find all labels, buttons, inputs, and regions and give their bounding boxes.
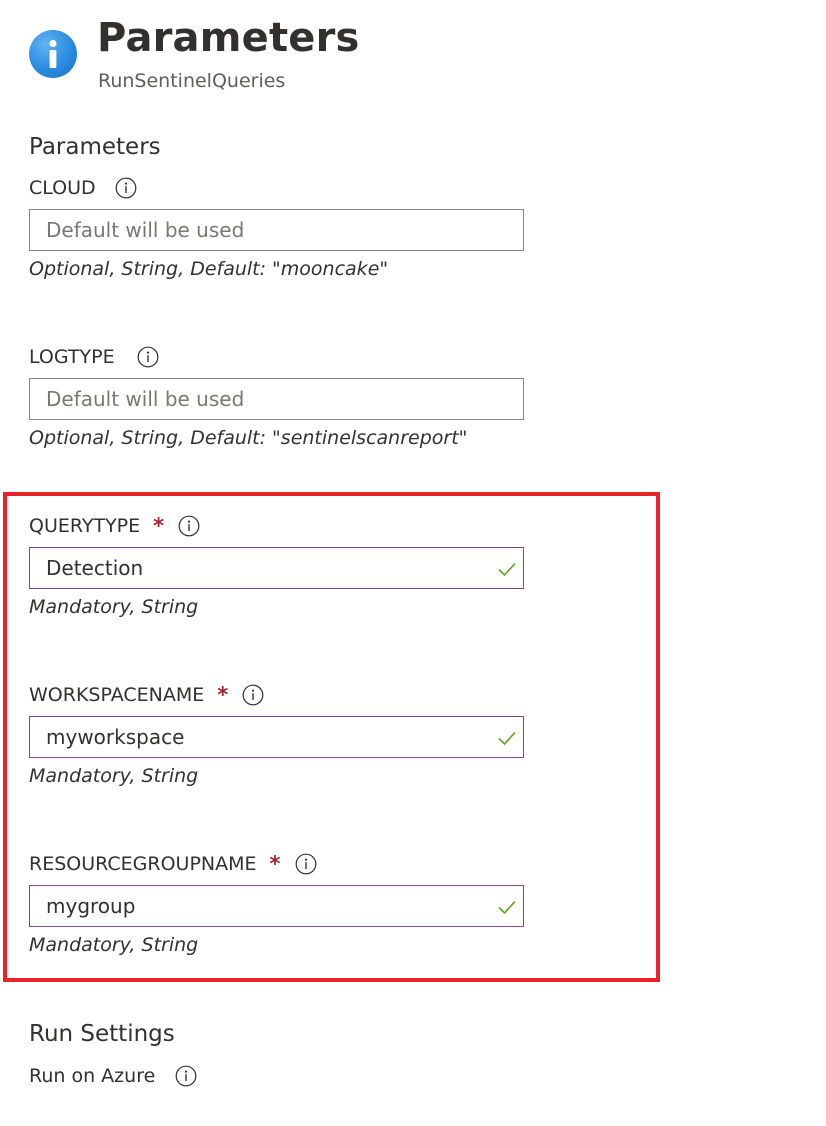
input-placeholder: Default will be used (46, 218, 245, 242)
info-circle-icon[interactable] (115, 177, 137, 199)
workspacename-input[interactable]: myworkspace (29, 716, 524, 758)
required-asterisk: * (269, 852, 281, 876)
page-title: Parameters (97, 15, 360, 61)
required-asterisk: * (153, 514, 165, 538)
run-on-row: Run on Azure (29, 1062, 197, 1090)
checkmark-icon (497, 559, 517, 579)
checkmark-icon (497, 728, 517, 748)
resourcegroupname-input[interactable]: mygroup (29, 885, 524, 927)
input-placeholder: Default will be used (46, 387, 245, 411)
required-asterisk: * (217, 683, 229, 707)
input-value: Detection (46, 556, 144, 580)
run-on-label: Run on Azure (29, 1065, 156, 1087)
info-circle-icon[interactable] (242, 684, 264, 706)
querytype-input[interactable]: Detection (29, 547, 524, 589)
info-circle-icon[interactable] (295, 853, 317, 875)
info-circle-icon[interactable] (178, 515, 200, 537)
input-value: mygroup (46, 894, 136, 918)
logtype-input[interactable]: Default will be used (29, 378, 524, 420)
page-subtitle: RunSentinelQueries (98, 70, 286, 92)
field-hint: Mandatory, String (29, 934, 199, 956)
field-label: RESOURCEGROUPNAME (29, 853, 257, 875)
run-settings-heading: Run Settings (29, 1021, 175, 1047)
field-label-row-workspacename: WORKSPACENAME * (29, 681, 264, 709)
field-label: CLOUD (29, 177, 96, 199)
input-value: myworkspace (46, 725, 185, 749)
info-circle-icon[interactable] (137, 346, 159, 368)
field-hint: Mandatory, String (29, 596, 199, 618)
field-label: LOGTYPE (29, 346, 115, 368)
field-hint: Mandatory, String (29, 765, 199, 787)
field-label-row-resourcegroupname: RESOURCEGROUPNAME * (29, 850, 317, 878)
field-hint: Optional, String, Default: "sentinelscan… (29, 427, 468, 449)
checkmark-icon (497, 897, 517, 917)
field-label: WORKSPACENAME (29, 684, 205, 706)
parameters-heading: Parameters (29, 134, 161, 160)
cloud-input[interactable]: Default will be used (29, 209, 524, 251)
field-label-row-logtype: LOGTYPE (29, 343, 159, 371)
field-hint: Optional, String, Default: "mooncake" (29, 258, 389, 280)
info-circle-icon[interactable] (175, 1065, 197, 1087)
field-label: QUERYTYPE (29, 515, 141, 537)
field-label-row-cloud: CLOUD (29, 174, 137, 202)
field-label-row-querytype: QUERYTYPE * (29, 512, 200, 540)
info-badge-icon (29, 30, 77, 78)
